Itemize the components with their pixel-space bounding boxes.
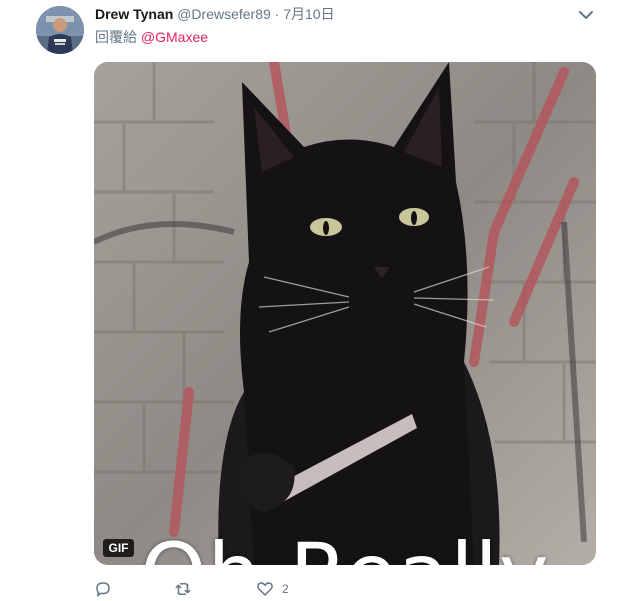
reply-prefix: 回覆給 [95, 29, 137, 45]
like-count: 2 [282, 582, 289, 596]
gif-caption: Oh Really [94, 524, 596, 565]
reply-button[interactable] [94, 578, 112, 600]
retweet-icon [174, 580, 192, 598]
tweet-actions: 2 [94, 578, 394, 600]
tweet-header: Drew Tynan @Drewsefer89 · 7月10日 [95, 5, 600, 23]
separator-dot: · [274, 6, 280, 22]
gif-badge: GIF [103, 539, 134, 557]
retweet-button[interactable] [174, 578, 192, 600]
like-button[interactable]: 2 [256, 578, 289, 600]
author-name[interactable]: Drew Tynan [95, 6, 173, 22]
avatar[interactable] [36, 6, 84, 54]
author-handle[interactable]: @Drewsefer89 [177, 6, 271, 22]
cat-gif-image [94, 62, 596, 565]
replying-to: 回覆給 @GMaxee [95, 28, 208, 46]
chevron-down-icon[interactable] [578, 8, 594, 20]
tweet[interactable]: Drew Tynan @Drewsefer89 · 7月10日 回覆給 @GMa… [0, 0, 630, 601]
gif-media[interactable]: Oh Really [94, 62, 596, 565]
reply-icon [94, 580, 112, 598]
tweet-date[interactable]: 7月10日 [283, 6, 334, 22]
reply-mention-link[interactable]: @GMaxee [141, 29, 208, 45]
heart-icon [256, 580, 274, 598]
